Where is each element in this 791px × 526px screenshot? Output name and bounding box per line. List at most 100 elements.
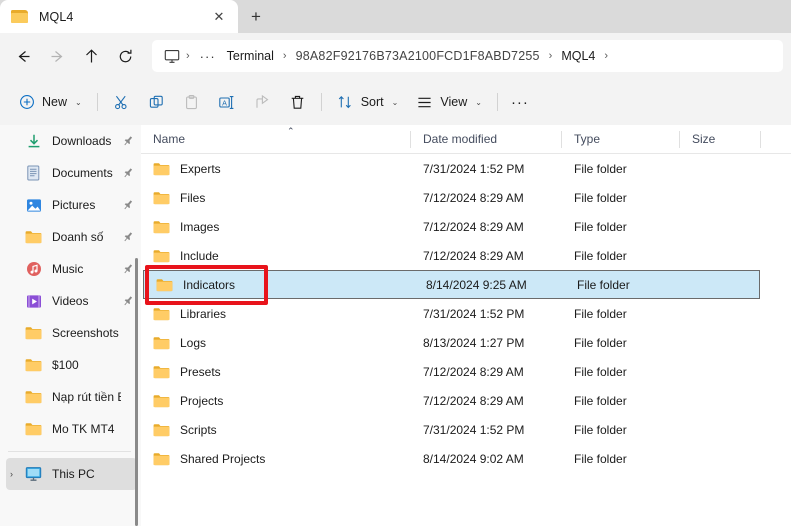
breadcrumb-mql4[interactable]: MQL4 xyxy=(556,46,600,66)
back-button[interactable] xyxy=(6,40,40,72)
sidebar-item-documents[interactable]: Documents xyxy=(6,157,137,189)
folder-icon xyxy=(153,249,170,263)
date-modified-cell: 7/31/2024 1:52 PM xyxy=(423,306,525,321)
sidebar-item-label: Videos xyxy=(52,294,89,308)
file-name: Include xyxy=(180,248,219,263)
tab-mql4[interactable]: MQL4 ✕ xyxy=(0,0,238,33)
folder-icon xyxy=(153,162,170,176)
more-options-button[interactable]: ··· xyxy=(504,86,536,118)
video-icon xyxy=(24,292,43,311)
paste-button xyxy=(174,86,209,118)
table-row[interactable]: Files 7/12/2024 8:29 AM File folder xyxy=(141,183,791,212)
tab-strip: MQL4 ✕ + xyxy=(0,0,791,33)
file-list-pane: Name ⌃ Date modified Type Size Experts 7… xyxy=(141,125,791,526)
sidebar-item-pictures[interactable]: Pictures xyxy=(6,189,137,221)
chevron-down-icon: ⌄ xyxy=(475,97,482,107)
table-row[interactable]: Presets 7/12/2024 8:29 AM File folder xyxy=(141,357,791,386)
sidebar-item-label: $100 xyxy=(52,358,79,372)
rename-button[interactable]: A xyxy=(209,86,245,118)
date-modified-cell: 7/12/2024 8:29 AM xyxy=(423,190,524,205)
date-modified-cell: 8/13/2024 1:27 PM xyxy=(423,335,525,350)
pin-icon[interactable] xyxy=(121,231,135,243)
folder-icon xyxy=(24,420,43,439)
breadcrumb-guid[interactable]: 98A82F92176B73A2100FCD1F8ABD7255 xyxy=(291,46,545,66)
file-type-cell: File folder xyxy=(574,364,627,379)
sidebar-scrollbar[interactable] xyxy=(135,258,138,526)
sidebar-item-label: Downloads xyxy=(52,134,112,148)
refresh-button[interactable] xyxy=(108,40,142,72)
forward-button[interactable] xyxy=(40,40,74,72)
file-name: Scripts xyxy=(180,422,217,437)
pin-icon[interactable] xyxy=(121,135,135,147)
table-row[interactable]: Logs 8/13/2024 1:27 PM File folder xyxy=(141,328,791,357)
file-type-cell: File folder xyxy=(574,219,627,234)
document-icon xyxy=(24,164,43,183)
new-button[interactable]: New ⌄ xyxy=(10,86,91,118)
table-row[interactable]: Experts 7/31/2024 1:52 PM File folder xyxy=(141,154,791,183)
file-name-cell: Libraries xyxy=(141,307,411,321)
sidebar-item-100[interactable]: $100 xyxy=(6,349,137,381)
file-type-cell: File folder xyxy=(574,161,627,176)
column-header-size[interactable]: Size xyxy=(680,125,761,154)
column-header-date[interactable]: Date modified xyxy=(411,125,562,154)
pin-icon[interactable] xyxy=(121,295,135,307)
column-label-name: Name xyxy=(153,132,186,146)
folder-icon xyxy=(153,191,170,205)
table-row[interactable]: Shared Projects 8/14/2024 9:02 AM File f… xyxy=(141,444,791,473)
table-row[interactable]: Libraries 7/31/2024 1:52 PM File folder xyxy=(141,299,791,328)
breadcrumb-separator: › xyxy=(548,50,553,62)
folder-icon xyxy=(24,228,43,247)
sidebar-item-n-p-r-t-ti-n-exn[interactable]: Nạp rút tiền Exn xyxy=(6,381,137,413)
date-modified-cell: 7/12/2024 8:29 AM xyxy=(423,248,524,263)
file-name: Libraries xyxy=(180,306,227,321)
sidebar-item-screenshots[interactable]: Screenshots xyxy=(6,317,137,349)
file-type-cell: File folder xyxy=(574,335,627,350)
file-explorer-window: MQL4 ✕ + › ··· Terminal › 98A82F92176B73… xyxy=(0,0,791,526)
sidebar-item-downloads[interactable]: Downloads xyxy=(6,125,137,157)
pin-icon[interactable] xyxy=(121,263,135,275)
column-label-date: Date modified xyxy=(423,132,498,146)
sidebar-item-videos[interactable]: Videos xyxy=(6,285,137,317)
table-row[interactable]: Indicators 8/14/2024 9:25 AM File folder xyxy=(143,270,760,299)
pin-icon[interactable] xyxy=(121,167,135,179)
monitor-icon[interactable] xyxy=(162,47,182,65)
file-name: Presets xyxy=(180,364,221,379)
delete-button[interactable] xyxy=(280,86,315,118)
file-name: Indicators xyxy=(183,277,236,292)
copy-button[interactable] xyxy=(139,86,174,118)
view-button[interactable]: View ⌄ xyxy=(407,86,491,118)
table-row[interactable]: Include 7/12/2024 8:29 AM File folder xyxy=(141,241,791,270)
breadcrumb-separator: › xyxy=(604,50,609,62)
sidebar-item-doanh-s[interactable]: Doanh số xyxy=(6,221,137,253)
chevron-down-icon: ⌄ xyxy=(75,97,82,107)
breadcrumb-overflow[interactable]: ··· xyxy=(194,49,222,64)
file-type-cell: File folder xyxy=(574,451,627,466)
sidebar-item-label: This PC xyxy=(52,467,95,481)
sidebar-item-label: Pictures xyxy=(52,198,96,212)
file-type-cell: File folder xyxy=(574,422,627,437)
sidebar-item-label: Music xyxy=(52,262,84,276)
sidebar-divider xyxy=(8,451,131,452)
breadcrumb-terminal[interactable]: Terminal xyxy=(222,46,279,66)
new-tab-button[interactable]: + xyxy=(238,0,274,33)
file-name-cell: Scripts xyxy=(141,423,411,437)
sidebar-item-mo-tk-mt4[interactable]: Mo TK MT4 xyxy=(6,413,137,445)
close-icon[interactable]: ✕ xyxy=(208,6,230,28)
column-header-name[interactable]: Name ⌃ xyxy=(141,125,411,154)
cut-button[interactable] xyxy=(104,86,139,118)
table-row[interactable]: Images 7/12/2024 8:29 AM File folder xyxy=(141,212,791,241)
folder-icon xyxy=(156,278,173,292)
sidebar-item-music[interactable]: Music xyxy=(6,253,137,285)
up-button[interactable] xyxy=(74,40,108,72)
chevron-right-icon[interactable]: › xyxy=(10,469,13,479)
view-label: View xyxy=(440,95,468,109)
table-row[interactable]: Projects 7/12/2024 8:29 AM File folder xyxy=(141,386,791,415)
column-header-type[interactable]: Type xyxy=(562,125,680,154)
sort-button[interactable]: Sort ⌄ xyxy=(328,86,408,118)
pin-icon[interactable] xyxy=(121,199,135,211)
date-modified-cell: 8/14/2024 9:02 AM xyxy=(423,451,524,466)
scissors-icon xyxy=(114,95,127,109)
table-row[interactable]: Scripts 7/31/2024 1:52 PM File folder xyxy=(141,415,791,444)
address-bar[interactable]: › ··· Terminal › 98A82F92176B73A2100FCD1… xyxy=(152,40,783,72)
sidebar-item-this-pc[interactable]: › This PC xyxy=(6,458,137,490)
